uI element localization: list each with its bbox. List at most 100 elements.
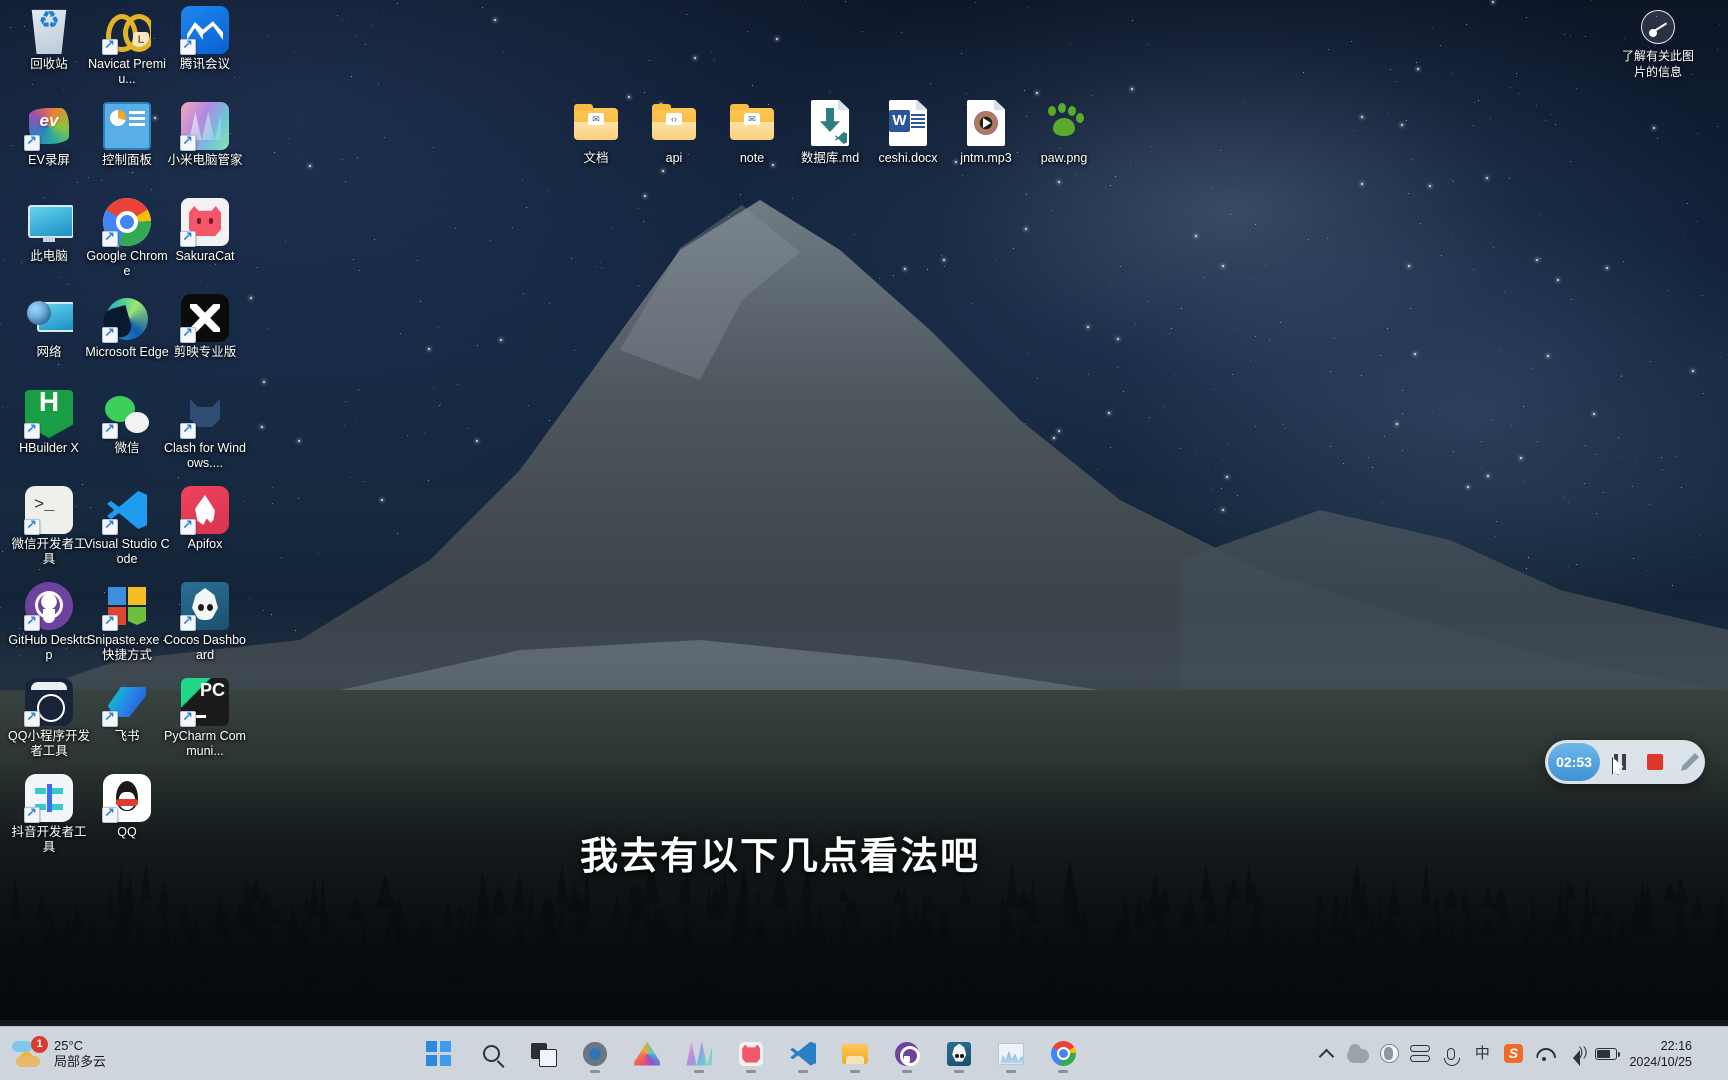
jianying-pro-icon	[180, 294, 229, 343]
tray-network[interactable]	[1374, 1035, 1404, 1073]
file-shujuku-md-icon	[806, 100, 854, 148]
vscode-icon	[790, 1041, 817, 1066]
shortcut-overlay-icon	[102, 805, 118, 823]
github-desktop-button[interactable]	[887, 1034, 927, 1074]
pycharm-community-icon	[180, 678, 229, 727]
desktop-icon-cocos-dashboard[interactable]: Cocos Dashboard	[162, 582, 248, 663]
notification-center-button[interactable]	[1704, 1046, 1720, 1062]
taskbar-pinned-apps	[190, 1034, 1312, 1074]
desktop-icon-label: HBuilder X	[19, 441, 79, 455]
cocos-button[interactable]	[939, 1034, 979, 1074]
desktop-icon-qq-miniprogram-devtools[interactable]: QQ小程序开发者工具	[6, 678, 92, 759]
desktop-icon-label: 此电脑	[30, 249, 68, 263]
desktop-icon-github-desktop[interactable]: GitHub Desktop	[6, 582, 92, 663]
desktop-icon-label: 微信开发者工具	[11, 537, 87, 566]
tray-ime[interactable]: 中	[1467, 1035, 1497, 1073]
desktop-file-label: 文档	[583, 151, 609, 165]
shortcut-overlay-icon	[102, 421, 118, 439]
desktop-file-file-ceshi-docx[interactable]: Wceshi.docx	[865, 100, 951, 166]
shortcut-overlay-icon	[24, 421, 40, 439]
shortcut-overlay-icon	[102, 325, 118, 343]
desktop-icon-label: Clash for Windows....	[164, 441, 246, 470]
adobe-button[interactable]	[627, 1034, 667, 1074]
desktop-icon-wechat[interactable]: 微信	[84, 390, 170, 456]
shortcut-overlay-icon	[102, 229, 118, 247]
shortcut-overlay-icon	[24, 517, 40, 535]
running-indicator	[798, 1069, 809, 1073]
sakuracat-button[interactable]	[731, 1034, 771, 1074]
start-button[interactable]	[419, 1034, 459, 1074]
tray-volume[interactable]	[1560, 1035, 1590, 1073]
desktop-icon-network[interactable]: 网络	[6, 294, 92, 360]
desktop-icon-hbuilder-x[interactable]: HBuilder X	[6, 390, 92, 456]
shortcut-overlay-icon	[180, 37, 196, 55]
running-indicator	[590, 1069, 601, 1073]
desktop-file-label: jntm.mp3	[960, 151, 1012, 165]
shortcut-overlay-icon	[24, 133, 40, 151]
tray-sogou[interactable]	[1498, 1035, 1528, 1073]
desktop-icon-microsoft-edge[interactable]: Microsoft Edge	[84, 294, 170, 360]
recorder-timer: 02:53	[1548, 743, 1600, 781]
desktop-icon-tencent-meeting[interactable]: 腾讯会议	[162, 6, 248, 72]
taskbar-weather-widget[interactable]: 1 25°C 局部多云	[0, 1035, 190, 1070]
recorder-stop-button[interactable]	[1640, 747, 1670, 777]
file-paw-png-icon	[1040, 100, 1088, 148]
desktop-icon-label: 控制面板	[101, 153, 152, 167]
desktop-file-folder-note[interactable]: ✉ note	[709, 100, 795, 166]
taskbar-clock[interactable]: 22:16 2024/10/25	[1623, 1038, 1702, 1070]
shortcut-overlay-icon	[102, 613, 118, 631]
desktop-icon-label: 微信	[114, 441, 140, 455]
desktop-icon-xiaomi-pc-manager[interactable]: 小米电脑管家	[162, 102, 248, 168]
desktop-icon-clash-for-windows[interactable]: Clash for Windows....	[162, 390, 248, 471]
desktop-icon-visual-studio-code[interactable]: Visual Studio Code	[84, 486, 170, 567]
wechat-devtools-icon	[24, 486, 73, 535]
tray-onedrive[interactable]	[1343, 1035, 1373, 1073]
tray-battery[interactable]	[1591, 1035, 1621, 1073]
desktop-file-file-paw-png[interactable]: paw.png	[1021, 100, 1107, 166]
desktop-icon-label: PyCharm Communi...	[164, 729, 246, 758]
folder-icon	[842, 1043, 869, 1064]
tray-microphone[interactable]	[1436, 1035, 1466, 1073]
desktop-icon-navicat-premium[interactable]: L Navicat Premiu...	[84, 6, 170, 87]
ime-chinese-icon: 中	[1474, 1044, 1490, 1062]
chrome-button[interactable]	[1043, 1034, 1083, 1074]
desktop-icon-recycle-bin[interactable]: 回收站	[6, 6, 92, 72]
settings-button[interactable]	[575, 1034, 615, 1074]
stop-icon	[1647, 754, 1663, 770]
tray-show-hidden[interactable]	[1312, 1035, 1342, 1073]
performance-button[interactable]	[991, 1034, 1031, 1074]
clash-for-windows-icon	[180, 390, 229, 439]
desktop-icon-sakuracat[interactable]: SakuraCat	[162, 198, 248, 264]
task-view-button[interactable]	[523, 1034, 563, 1074]
visual-studio-code-icon	[102, 486, 151, 535]
tray-toggles[interactable]	[1405, 1035, 1435, 1073]
screen-recorder-toolbar[interactable]: 02:53	[1545, 740, 1705, 784]
file-explorer-button[interactable]	[835, 1034, 875, 1074]
running-indicator	[902, 1069, 913, 1073]
search-button[interactable]	[471, 1034, 511, 1074]
desktop-icon-apifox[interactable]: Apifox	[162, 486, 248, 552]
desktop-icon-control-panel[interactable]: 控制面板	[84, 102, 170, 168]
tray-wifi[interactable]	[1529, 1035, 1559, 1073]
xiaomi-manager-button[interactable]	[679, 1034, 719, 1074]
vscode-button[interactable]	[783, 1034, 823, 1074]
desktop-icon-ev-recorder[interactable]: EV录屏	[6, 102, 92, 168]
recorder-pen-button[interactable]	[1675, 747, 1705, 777]
desktop-icon-jianying-pro[interactable]: 剪映专业版	[162, 294, 248, 360]
desktop-file-folder-documents[interactable]: ✉ 文档	[553, 100, 639, 166]
weather-condition: 局部多云	[54, 1053, 107, 1069]
taskbar-system-tray: 中 22:16 2024/10/25	[1312, 1035, 1728, 1073]
desktop-file-folder-api[interactable]: ‹› api	[631, 100, 717, 166]
toggles-icon	[1410, 1045, 1431, 1062]
desktop-icon-feishu[interactable]: 飞书	[84, 678, 170, 744]
desktop-icon-google-chrome[interactable]: Google Chrome	[84, 198, 170, 279]
volume-icon	[1565, 1044, 1587, 1066]
desktop-file-file-shujuku-md[interactable]: 数据库.md	[787, 100, 873, 166]
desktop-icon-pycharm-community[interactable]: PyCharm Communi...	[162, 678, 248, 759]
desktop-icon-wechat-devtools[interactable]: 微信开发者工具	[6, 486, 92, 567]
running-indicator	[694, 1069, 705, 1073]
desktop-icon-this-pc[interactable]: 此电脑	[6, 198, 92, 264]
desktop-icon-snipaste[interactable]: Snipaste.exe - 快捷方式	[84, 582, 170, 663]
pen-icon	[1681, 753, 1699, 771]
desktop-file-file-jntm-mp3[interactable]: jntm.mp3	[943, 100, 1029, 166]
